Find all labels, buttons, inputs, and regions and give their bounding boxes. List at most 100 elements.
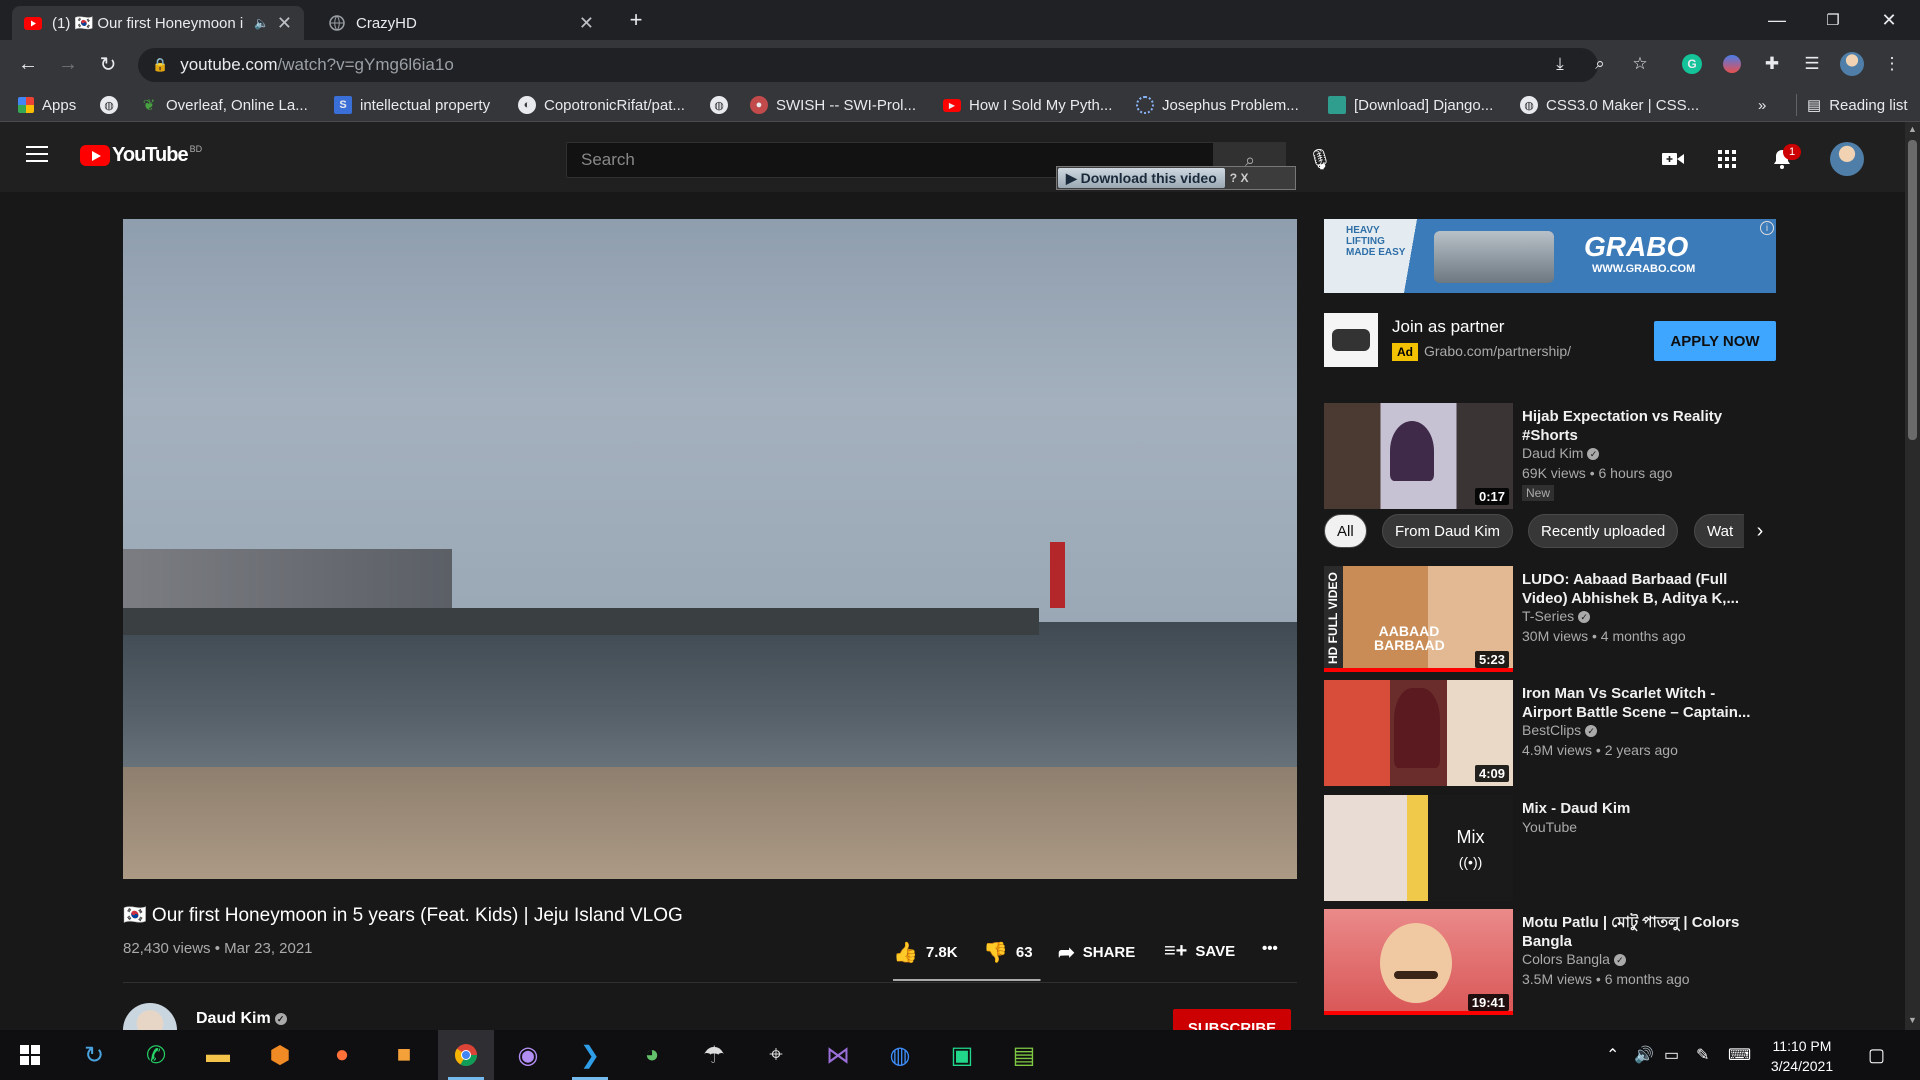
- mix-thumbnail[interactable]: Mix ((•)): [1324, 795, 1513, 901]
- chip-recently-uploaded[interactable]: Recently uploaded: [1528, 514, 1679, 548]
- chip-all[interactable]: All: [1324, 514, 1367, 548]
- video-title[interactable]: Hijab Expectation vs Reality #Shorts: [1522, 407, 1762, 445]
- chrome-icon[interactable]: [438, 1030, 494, 1080]
- messenger-icon[interactable]: ◍: [872, 1030, 928, 1080]
- address-bar[interactable]: 🔒 youtube.com/watch?v=gYmg6l6ia1o: [138, 48, 1598, 82]
- app-orange-icon[interactable]: ■: [376, 1030, 432, 1080]
- scroll-up-icon[interactable]: ▲: [1908, 124, 1917, 134]
- hamburger-menu-icon[interactable]: [26, 146, 48, 164]
- file-explorer-icon[interactable]: ▬: [190, 1030, 246, 1080]
- pen-icon[interactable]: ✎: [1696, 1045, 1709, 1065]
- channel-name[interactable]: YouTube: [1522, 819, 1577, 835]
- parachute-icon[interactable]: ☂: [686, 1030, 742, 1080]
- back-button[interactable]: ←: [12, 48, 44, 80]
- video-title[interactable]: Iron Man Vs Scarlet Witch - Airport Batt…: [1522, 684, 1762, 722]
- youtube-logo[interactable]: YouTube BD: [80, 144, 202, 167]
- channel-name[interactable]: Colors Bangla ✓: [1522, 951, 1626, 967]
- new-tab-button[interactable]: +: [620, 0, 652, 40]
- microphone-icon[interactable]: 🎙: [1305, 144, 1335, 174]
- extension-icon[interactable]: [1716, 48, 1748, 80]
- video-thumbnail[interactable]: HD FULL VIDEO AABAAD BARBAAD 5:23: [1324, 566, 1513, 672]
- share-button[interactable]: ➦ SHARE: [1058, 940, 1135, 965]
- apps-grid-icon[interactable]: [1710, 142, 1744, 176]
- recommended-video[interactable]: 4:09 Iron Man Vs Scarlet Witch - Airport…: [1324, 680, 1776, 786]
- forward-button[interactable]: →: [52, 48, 84, 80]
- bookmark-apps[interactable]: Apps: [18, 94, 76, 116]
- notification-center-icon[interactable]: ▢: [1868, 1045, 1885, 1066]
- ad-title[interactable]: Join as partner: [1392, 317, 1504, 337]
- github-desktop-icon[interactable]: ◉: [500, 1030, 556, 1080]
- system-clock[interactable]: 11:10 PM 3/24/2021: [1762, 1036, 1842, 1076]
- download-video-button[interactable]: ▶ Download this video: [1058, 168, 1225, 188]
- video-thumbnail[interactable]: 19:41: [1324, 909, 1513, 1015]
- recommended-mix[interactable]: Mix ((•)) Mix - Daud Kim YouTube: [1324, 795, 1776, 901]
- create-video-icon[interactable]: [1656, 142, 1690, 176]
- chip-from-daud-kim[interactable]: From Daud Kim: [1382, 514, 1514, 548]
- firefox-icon[interactable]: ●: [314, 1030, 370, 1080]
- channel-name[interactable]: T-Series ✓: [1522, 608, 1591, 624]
- ad-banner-image[interactable]: HEAVY LIFTING MADE EASY GRABO WWW.GRABO.…: [1324, 219, 1776, 293]
- bookmark-css-maker[interactable]: ◍ CSS3.0 Maker | CSS...: [1520, 94, 1699, 116]
- zoom-icon[interactable]: ⌕: [1584, 48, 1616, 80]
- bookmark-youtube[interactable]: ▶ How I Sold My Pyth...: [943, 94, 1112, 116]
- satellite-icon[interactable]: ⌖: [748, 1030, 804, 1080]
- restore-button[interactable]: ❐: [1810, 0, 1856, 40]
- channel-name[interactable]: BestClips ✓: [1522, 722, 1598, 738]
- channel-name[interactable]: Daud Kim ✓: [1522, 445, 1600, 461]
- pycharm-icon[interactable]: ▣: [934, 1030, 990, 1080]
- bookmark-github[interactable]: ◐ CopotronicRifat/pat...: [518, 94, 685, 116]
- windows-start-icon[interactable]: [2, 1030, 58, 1080]
- recommended-video[interactable]: HD FULL VIDEO AABAAD BARBAAD 5:23 LUDO: …: [1324, 566, 1776, 672]
- video-thumbnail[interactable]: 0:17: [1324, 403, 1513, 509]
- update-icon[interactable]: ↻: [66, 1030, 122, 1080]
- download-bar-controls[interactable]: ? X: [1230, 171, 1249, 185]
- reading-list-button[interactable]: ▤ Reading list: [1796, 94, 1908, 116]
- recommended-video[interactable]: 0:17 Hijab Expectation vs Reality #Short…: [1324, 403, 1776, 509]
- recommended-video[interactable]: 19:41 Motu Patlu | মোটু পাতলু | Colors B…: [1324, 909, 1776, 1015]
- whatsapp-icon[interactable]: ✆: [128, 1030, 184, 1080]
- bookmark-swish[interactable]: ● SWISH -- SWI-Prol...: [750, 94, 916, 116]
- bookmark-star-icon[interactable]: ☆: [1624, 48, 1656, 80]
- ad-info-icon[interactable]: i: [1760, 221, 1774, 235]
- bookmark-globe[interactable]: ◍: [100, 94, 126, 116]
- close-window-button[interactable]: ✕: [1866, 0, 1912, 40]
- video-thumbnail[interactable]: 4:09: [1324, 680, 1513, 786]
- bookmark-django[interactable]: [Download] Django...: [1328, 94, 1493, 116]
- minimize-button[interactable]: —: [1754, 0, 1800, 40]
- save-button[interactable]: ≡+ SAVE: [1164, 940, 1235, 963]
- bookmark-josephus[interactable]: Josephus Problem...: [1136, 94, 1299, 116]
- notepad-icon[interactable]: ▤: [996, 1030, 1052, 1080]
- vscode-icon[interactable]: ❯: [562, 1030, 618, 1080]
- download-video-bar[interactable]: ▶ Download this video ? X: [1056, 166, 1296, 190]
- page-scrollbar[interactable]: ▲ ▼: [1905, 122, 1920, 1030]
- brave-icon[interactable]: ⬢: [252, 1030, 308, 1080]
- ad-thumbnail[interactable]: [1324, 313, 1378, 367]
- dislike-button[interactable]: 👎 63: [983, 940, 1033, 965]
- account-avatar[interactable]: [1830, 142, 1864, 176]
- bookmarks-overflow[interactable]: »: [1758, 94, 1766, 116]
- tab-crazyhd[interactable]: CrazyHD ✕: [316, 6, 606, 40]
- browser-menu-icon[interactable]: ⋮: [1876, 48, 1908, 80]
- install-icon[interactable]: ⤓: [1544, 48, 1576, 80]
- grammarly-icon[interactable]: G: [1676, 48, 1708, 80]
- video-title[interactable]: LUDO: Aabaad Barbaad (Full Video) Abhish…: [1522, 570, 1762, 608]
- video-title[interactable]: Mix - Daud Kim: [1522, 799, 1762, 818]
- video-title[interactable]: Motu Patlu | মোটু পাতলু | Colors Bangla: [1522, 913, 1762, 951]
- video-player[interactable]: [123, 219, 1297, 879]
- media-controls-icon[interactable]: ☰: [1796, 48, 1828, 80]
- chevron-right-icon[interactable]: ›: [1744, 514, 1776, 548]
- like-button[interactable]: 👍 7.8K: [893, 940, 958, 965]
- close-tab-icon[interactable]: ✕: [579, 13, 594, 34]
- more-actions-button[interactable]: •••: [1262, 940, 1278, 957]
- bookmark-globe[interactable]: ◍: [710, 94, 736, 116]
- keyboard-icon[interactable]: ⌨: [1728, 1045, 1751, 1065]
- network-icon[interactable]: ▭: [1664, 1045, 1679, 1065]
- apply-now-button[interactable]: APPLY NOW: [1654, 321, 1776, 361]
- bookmark-intellectual-property[interactable]: S intellectual property: [334, 94, 490, 116]
- reload-button[interactable]: ↻: [92, 48, 124, 80]
- bookmark-overleaf[interactable]: ❦ Overleaf, Online La...: [140, 94, 308, 116]
- tab-youtube[interactable]: (1) 🇰🇷 Our first Honeymoon i 🔈 ✕: [12, 6, 304, 40]
- tray-expand-icon[interactable]: ⌃: [1606, 1045, 1619, 1065]
- globe-app-icon[interactable]: ◕: [624, 1030, 680, 1080]
- extensions-puzzle-icon[interactable]: ✚: [1756, 48, 1788, 80]
